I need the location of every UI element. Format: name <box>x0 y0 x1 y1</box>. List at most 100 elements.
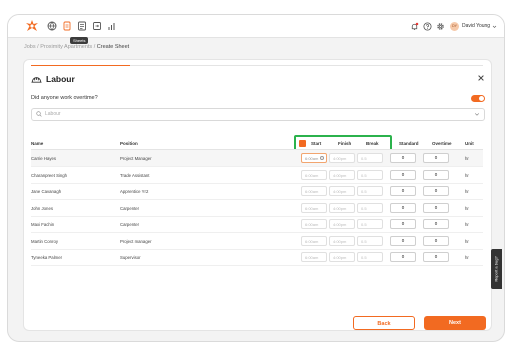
break-input[interactable]: 0.5 <box>357 186 383 196</box>
column-header-standard: Standard <box>399 141 419 146</box>
card-header: Labour <box>31 74 75 84</box>
standard-hours-input[interactable]: 0 <box>390 219 416 229</box>
document-icon[interactable] <box>61 20 73 32</box>
close-icon[interactable] <box>477 74 485 82</box>
overtime-hours-input[interactable]: 0 <box>423 219 449 229</box>
standard-hours-input[interactable]: 0 <box>390 202 416 213</box>
break-input[interactable]: 0.5 <box>357 219 383 229</box>
table-row: Charanpreet Singh Trade Assistant 6:00am 4:… <box>31 167 483 184</box>
employee-name: Jane Cavanagh <box>31 189 62 194</box>
finish-time-input[interactable]: 4:00pm <box>329 219 355 229</box>
employee-name: Carrie Hayes <box>31 156 57 161</box>
report-bug-tab[interactable]: Report a bug? <box>491 249 502 289</box>
break-input[interactable]: 0.5 <box>357 252 383 262</box>
table-row: Martin Conroy Project manager 6:00am 4:00pm… <box>31 233 483 250</box>
column-header-name: Name <box>31 141 44 146</box>
break-input[interactable]: 0.5 <box>357 153 383 163</box>
standard-hours-input[interactable]: 0 <box>390 252 416 262</box>
labour-search-input[interactable]: Labour <box>31 108 485 121</box>
top-navigation-bar: DY David Young <box>8 15 504 38</box>
employee-position: Apprentice Yr2 <box>120 189 149 194</box>
select-all-checkbox[interactable] <box>299 140 306 147</box>
globe-icon[interactable] <box>46 20 58 32</box>
standard-hours-input[interactable]: 0 <box>390 169 416 180</box>
chevron-down-icon <box>492 25 497 28</box>
break-input[interactable]: 0.5 <box>357 235 383 246</box>
start-time-input[interactable]: 6:00am <box>301 202 327 213</box>
overtime-hours-input[interactable]: 0 <box>423 186 449 196</box>
search-placeholder: Labour <box>45 111 61 117</box>
finish-time-input[interactable]: 4:00pm <box>329 235 355 246</box>
help-icon[interactable] <box>423 20 432 32</box>
overtime-hours-input[interactable]: 0 <box>423 235 449 246</box>
progress-bar <box>31 65 483 66</box>
clock-icon <box>320 156 324 160</box>
labour-card: Labour Did anyone work overtime? Labour … <box>23 59 492 331</box>
unit-label: hr <box>465 238 469 244</box>
employee-position: Trade Assistant <box>120 172 150 178</box>
finish-time-input[interactable]: 4:00pm <box>329 169 355 180</box>
overtime-hours-input[interactable]: 0 <box>423 202 449 213</box>
search-icon <box>36 111 42 117</box>
table-row: Jane Cavanagh Apprentice Yr2 6:00am 4:00pm 0… <box>31 183 483 200</box>
employee-position: Carpenter <box>120 205 140 211</box>
breadcrumb-current: Create Sheet <box>96 44 130 50</box>
table-row: John Jones Carpenter 6:00am 4:00pm 0.5 0 0 hr <box>31 200 483 217</box>
standard-hours-input[interactable]: 0 <box>390 186 416 196</box>
unit-label: hr <box>465 222 469 227</box>
unit-label: hr <box>465 172 469 178</box>
breadcrumb-project[interactable]: Proximity Apartments <box>40 44 92 50</box>
employee-position: Carpenter <box>120 222 140 227</box>
chart-icon[interactable] <box>106 20 118 32</box>
unit-label: hr <box>465 189 469 194</box>
export-icon[interactable] <box>91 20 103 32</box>
employee-position: Project manager <box>120 238 152 244</box>
settings-gear-icon[interactable] <box>436 20 445 32</box>
standard-hours-input[interactable]: 0 <box>390 235 416 246</box>
company-logo-icon[interactable] <box>24 19 40 33</box>
breadcrumb: Jobs / Proximity Apartments / Create She… <box>24 44 129 50</box>
sheets-icon[interactable] <box>76 20 88 32</box>
unit-label: hr <box>465 205 469 211</box>
app-window: DY David Young Sheets Jobs / Proximity A… <box>7 14 505 342</box>
overtime-hours-input[interactable]: 0 <box>423 169 449 180</box>
standard-hours-input[interactable]: 0 <box>390 153 416 163</box>
notifications-bell-icon[interactable] <box>410 20 419 32</box>
start-time-input[interactable]: 6:00am <box>301 219 327 229</box>
report-bug-label: Report a bug? <box>493 256 499 282</box>
start-time-input[interactable]: 6:00am <box>301 153 327 163</box>
column-header-start: Start <box>311 141 322 146</box>
table-row: Maxi Fachin Carpenter 6:00am 4:00pm 0.5 0 0 hr <box>31 216 483 233</box>
chevron-down-icon[interactable] <box>474 111 480 117</box>
employee-name: Tyneeka Palmer <box>31 255 63 260</box>
finish-time-input[interactable]: 4:00pm <box>329 186 355 196</box>
finish-time-input[interactable]: 4:00pm <box>329 202 355 213</box>
hard-hat-icon <box>31 77 42 83</box>
column-header-unit: Unit <box>465 141 474 146</box>
start-time-input[interactable]: 6:00am <box>301 169 327 180</box>
employee-position: Project Manager <box>120 156 152 161</box>
overtime-hours-input[interactable]: 0 <box>423 153 449 163</box>
start-time-input[interactable]: 6:00am <box>301 186 327 196</box>
employee-name: John Jones <box>31 205 53 211</box>
unit-label: hr <box>465 156 469 161</box>
overtime-question: Did anyone work overtime? <box>31 95 98 101</box>
user-menu[interactable]: DY David Young <box>450 20 497 32</box>
breadcrumb-jobs[interactable]: Jobs <box>24 44 36 50</box>
start-time-input[interactable]: 6:00am <box>301 235 327 246</box>
overtime-toggle[interactable] <box>471 95 485 102</box>
finish-time-input[interactable]: 4:00pm <box>329 153 355 163</box>
next-button[interactable]: Next <box>424 316 486 330</box>
progress-bar-fill <box>31 65 131 66</box>
unit-label: hr <box>465 255 469 260</box>
column-header-overtime: Overtime <box>432 141 452 146</box>
back-button[interactable]: Back <box>353 316 415 330</box>
break-input[interactable]: 0.5 <box>357 202 383 213</box>
start-time-input[interactable]: 6:00am <box>301 252 327 262</box>
break-input[interactable]: 0.5 <box>357 169 383 180</box>
finish-time-input[interactable]: 4:00pm <box>329 252 355 262</box>
overtime-hours-input[interactable]: 0 <box>423 252 449 262</box>
column-header-position: Position <box>120 141 138 146</box>
table-row: Tyneeka Palmer Supervisor 6:00am 4:00pm 0.5 0… <box>31 249 483 266</box>
toggle-knob <box>479 96 484 101</box>
